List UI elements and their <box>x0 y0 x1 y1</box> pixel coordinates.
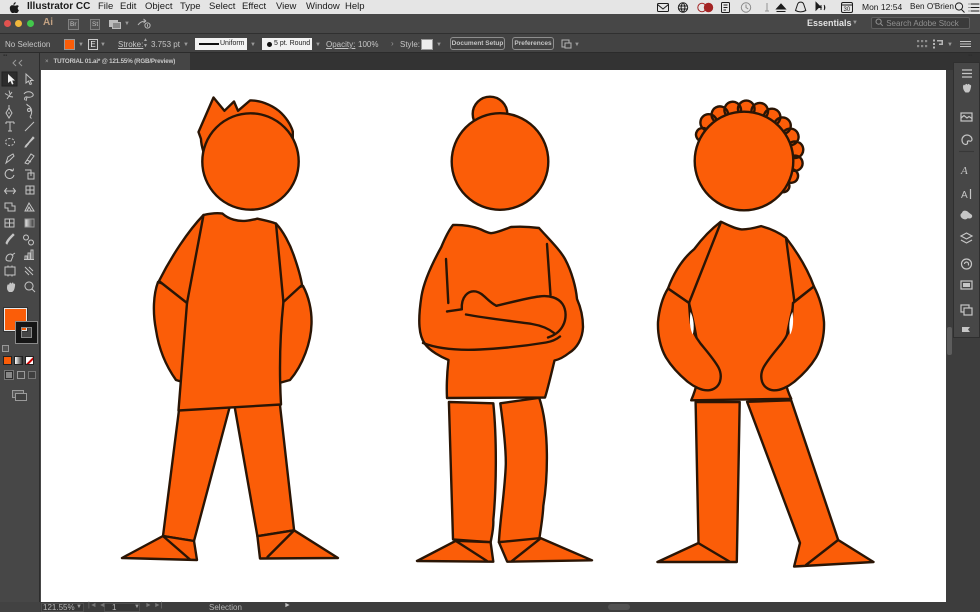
svg-text:A: A <box>960 165 968 177</box>
svg-text:A: A <box>961 190 968 201</box>
